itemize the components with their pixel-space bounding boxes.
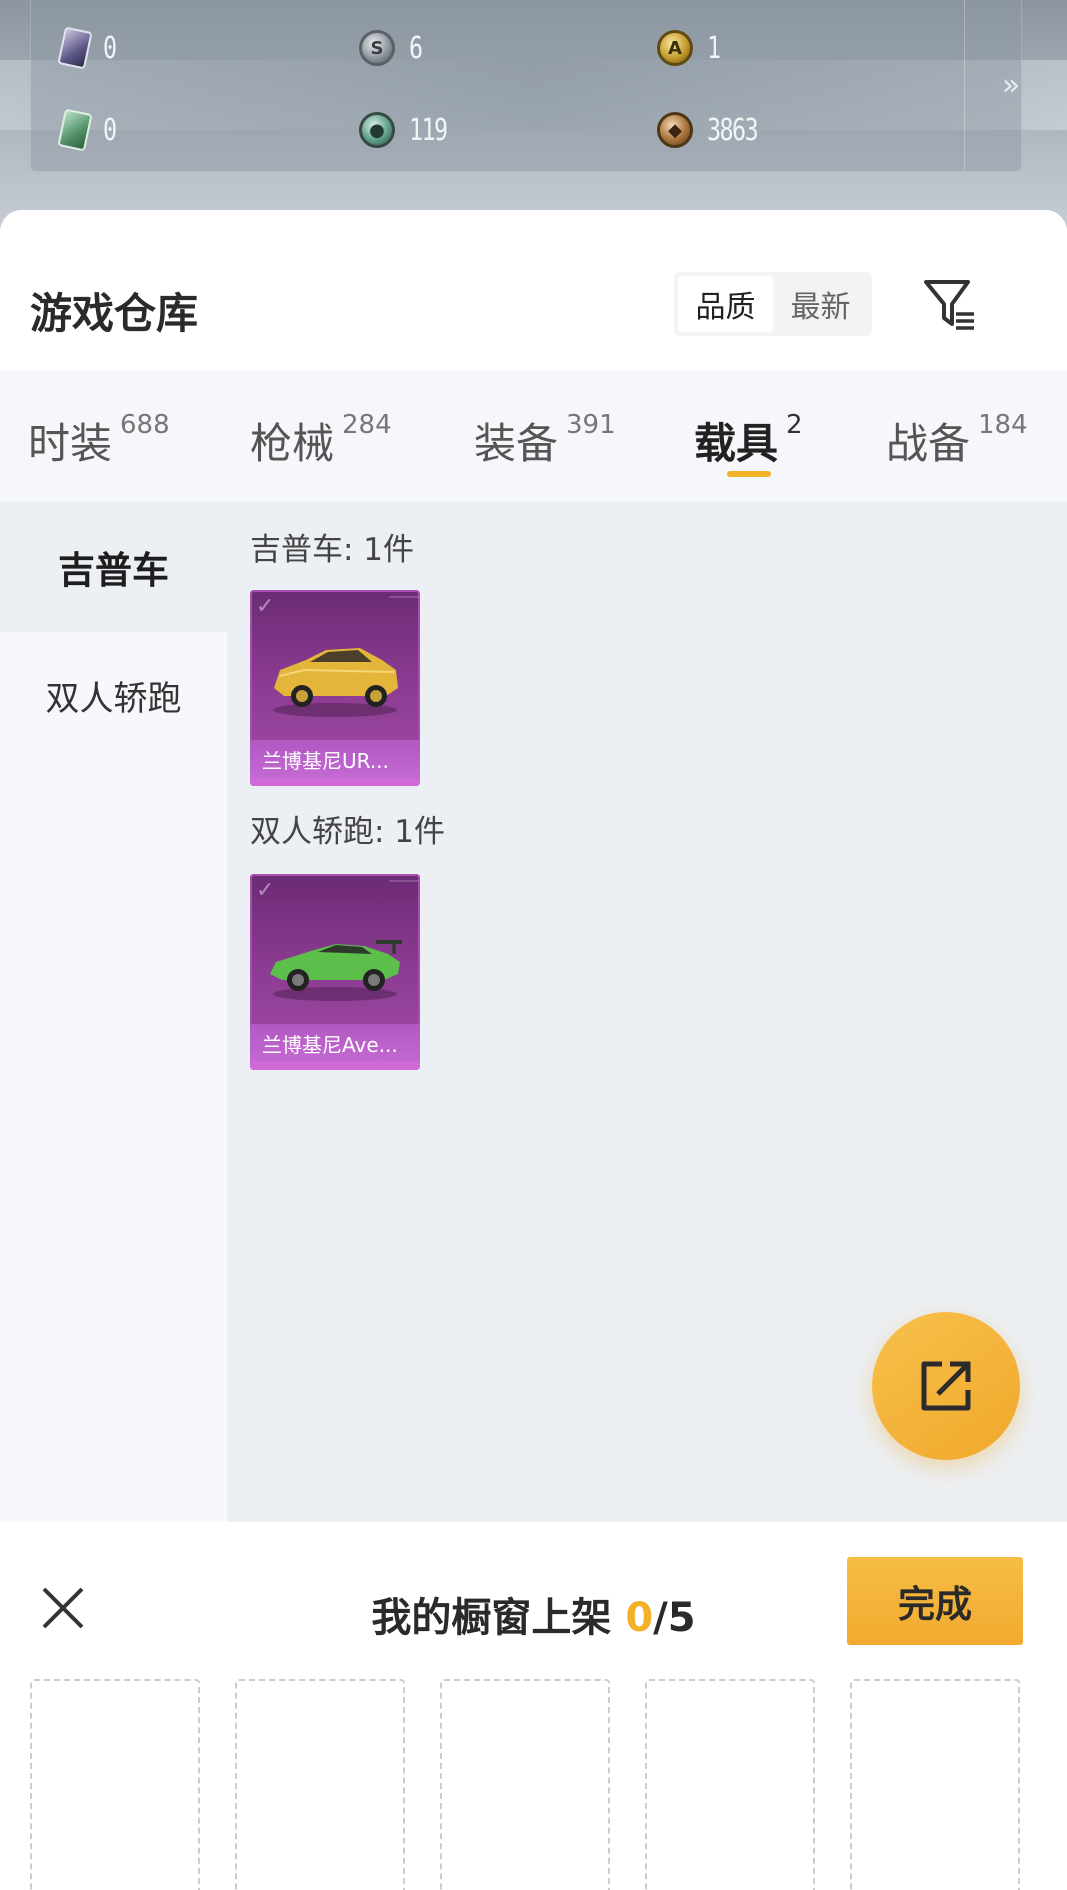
sort-option-newest[interactable]: 最新	[773, 276, 868, 332]
check-icon: ✓	[256, 594, 275, 619]
currency-item: S 6	[359, 26, 425, 70]
expand-more-icon[interactable]: »	[991, 66, 1031, 106]
filter-icon[interactable]	[922, 276, 978, 334]
tab-count: 284	[342, 410, 392, 440]
showcase-title-text: 我的橱窗上架	[371, 1595, 626, 1641]
currency-item: 0	[57, 108, 119, 152]
tab-equipment[interactable]: 装备 391	[474, 410, 616, 471]
share-icon	[921, 1361, 971, 1411]
game-stats-banner: 0 S 6 A 1 0 ● 119 ◆ 3863 »	[0, 0, 1067, 230]
tab-fashion[interactable]: 时装 688	[28, 410, 170, 471]
check-icon: ✓	[256, 878, 275, 903]
showcase-total-count: /5	[653, 1595, 696, 1641]
currency-value: 0	[103, 30, 117, 66]
rarity-bar	[250, 1062, 420, 1070]
vehicle-item-card[interactable]: ✓ 兰博基尼UR...	[250, 590, 420, 786]
page-title: 游戏仓库	[30, 289, 199, 338]
divider	[964, 0, 965, 172]
group-title: 双人轿跑: 1件	[250, 814, 446, 850]
bronze-coin-icon: ◆	[657, 112, 693, 148]
showcase-slot[interactable]	[850, 1679, 1020, 1890]
currency-value: 119	[409, 112, 448, 148]
group-title: 吉普车: 1件	[250, 532, 415, 568]
sports-car-image	[270, 940, 402, 1001]
currency-value: 0	[103, 112, 117, 148]
tab-label: 载具	[694, 419, 779, 468]
tab-count: 688	[120, 410, 170, 440]
green-card-icon	[57, 108, 93, 152]
showcase-slot[interactable]	[30, 1679, 200, 1890]
tab-supplies[interactable]: 战备 184	[886, 410, 1028, 471]
item-name: 兰博基尼UR...	[250, 740, 420, 778]
showcase-slot[interactable]	[235, 1679, 405, 1890]
showcase-current-count: 0	[625, 1595, 654, 1641]
teal-coin-icon: ●	[359, 112, 395, 148]
tab-label: 战备	[886, 419, 971, 468]
card-corner-decoration	[374, 880, 420, 902]
tab-label: 装备	[474, 419, 559, 468]
rarity-bar	[250, 778, 420, 786]
currency-panel: 0 S 6 A 1 0 ● 119 ◆ 3863 »	[30, 0, 1022, 172]
category-tabs: 时装 688 枪械 284 装备 391 载具 2 战备 184	[0, 370, 1067, 502]
sidebar-item-coupe[interactable]: 双人轿跑	[0, 630, 227, 760]
item-name: 兰博基尼Ave...	[250, 1024, 420, 1062]
tab-count: 2	[786, 410, 803, 440]
purple-card-icon	[57, 26, 93, 70]
showcase-drawer: 我的橱窗上架 0/5 完成	[0, 1525, 1067, 1890]
active-tab-indicator	[727, 471, 771, 477]
currency-item: ◆ 3863	[657, 108, 771, 152]
vehicle-item-card[interactable]: ✓ 兰博基尼Ave...	[250, 874, 420, 1070]
showcase-slot[interactable]	[440, 1679, 610, 1890]
card-corner-decoration	[374, 596, 420, 618]
currency-value: 6	[409, 30, 423, 66]
share-button[interactable]	[872, 1312, 1020, 1460]
tab-label: 枪械	[250, 419, 335, 468]
currency-item: ● 119	[359, 108, 457, 152]
suv-car-image	[273, 648, 398, 717]
sidebar-item-jeep[interactable]: 吉普车	[0, 502, 227, 632]
tab-label: 时装	[28, 419, 113, 468]
sort-option-quality[interactable]: 品质	[678, 276, 773, 332]
tab-firearms[interactable]: 枪械 284	[250, 410, 392, 471]
done-button[interactable]: 完成	[847, 1557, 1023, 1645]
warehouse-header: 游戏仓库 品质 最新	[0, 210, 1067, 370]
tab-count: 391	[566, 410, 616, 440]
tab-count: 184	[978, 410, 1028, 440]
silver-coin-icon: S	[359, 30, 395, 66]
sort-toggle: 品质 最新	[674, 272, 872, 336]
showcase-slot[interactable]	[645, 1679, 815, 1890]
currency-value: 1	[707, 30, 721, 66]
currency-item: A 1	[657, 26, 723, 70]
sidebar: 吉普车 双人轿跑	[0, 502, 227, 1522]
currency-item: 0	[57, 26, 119, 70]
gold-coin-icon: A	[657, 30, 693, 66]
currency-value: 3863	[707, 112, 759, 148]
tab-vehicles[interactable]: 载具 2	[694, 410, 803, 471]
